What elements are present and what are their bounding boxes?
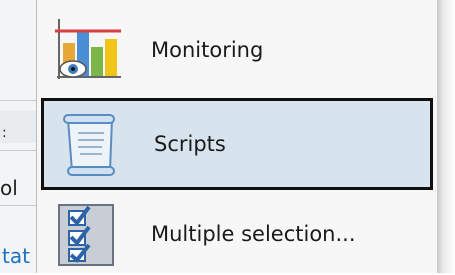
background-text-fragment: ol	[0, 176, 18, 200]
menu-item-label: Multiple selection...	[151, 221, 356, 246]
background-divider	[0, 150, 36, 151]
multiple-selection-checklist-icon	[45, 193, 127, 275]
monitoring-chart-icon	[45, 9, 127, 91]
menu-item-multiple-selection[interactable]: Multiple selection...	[41, 194, 433, 273]
menu-item-label: Scripts	[154, 132, 226, 156]
menu-item-monitoring[interactable]: Monitoring	[41, 4, 433, 96]
background-divider	[0, 100, 36, 101]
menu-item-label: Monitoring	[151, 38, 264, 62]
script-scroll-icon	[48, 103, 130, 185]
background-window: : ol tat	[0, 0, 36, 273]
context-menu: Monitoring Scripts Multiple selection...	[36, 0, 437, 273]
background-divider	[0, 205, 36, 206]
menu-item-scripts[interactable]: Scripts	[41, 98, 433, 190]
background-text-fragment: :	[2, 125, 7, 141]
background-link-fragment[interactable]: tat	[2, 244, 38, 268]
menu-shadow	[437, 0, 455, 273]
